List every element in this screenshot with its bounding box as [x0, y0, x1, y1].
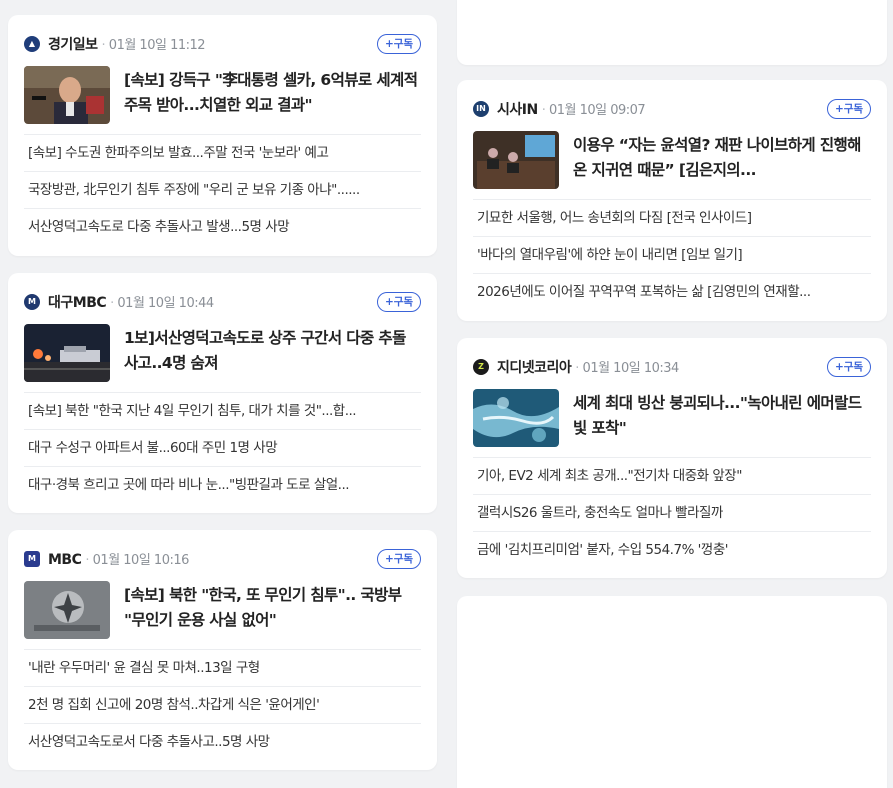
main-headline[interactable]: [속보] 북한 "한국, 또 무인기 침투".. 국방부 "무인기 운용 사실 … [124, 583, 421, 633]
subscribe-button[interactable]: +구독 [377, 292, 421, 312]
press-logo-icon[interactable]: ▲ [24, 36, 40, 52]
news-card-daegu-mbc: M 대구MBC01월 10일 10:44 +구독 1보]서산영덕고속도로 상주 … [8, 273, 437, 513]
card-header: ▲ 경기일보01월 10일 11:12 +구독 [24, 29, 421, 59]
press-logo-icon[interactable]: M [24, 551, 40, 567]
list-item[interactable]: 기아, EV2 세계 최초 공개..."전기차 대중화 앞장" [473, 457, 871, 494]
article-list: [속보] 수도권 한파주의보 발효...주말 전국 '눈보라' 예고 국장방관,… [24, 134, 421, 245]
article-thumbnail[interactable] [473, 131, 559, 189]
list-item[interactable]: 갤럭시S26 울트라, 충전속도 얼마나 빨라질까 [473, 494, 871, 531]
subscribe-button[interactable]: +구독 [827, 99, 871, 119]
article-thumbnail[interactable] [473, 389, 559, 447]
publish-time: 01월 10일 10:34 [575, 361, 679, 376]
main-article[interactable]: 이용우 “자는 윤석열? 재판 나이브하게 진행해온 지귀연 때문” [김은지의… [473, 131, 871, 189]
empty-card [457, 596, 887, 788]
list-item[interactable]: 국장방관, 北무인기 침투 주장에 "우리 군 보유 기종 아냐"...... [24, 171, 421, 208]
list-item[interactable]: '내란 우두머리' 윤 결심 못 마쳐..13일 구형 [24, 649, 421, 686]
list-item[interactable]: [속보] 북한 "한국 지난 4일 무인기 침투, 대가 치를 것"...합..… [24, 392, 421, 429]
article-thumbnail[interactable] [24, 66, 110, 124]
list-item[interactable]: 대구 수성구 아파트서 불...60대 주민 1명 사망 [24, 429, 421, 466]
publish-time: 01월 10일 10:44 [110, 296, 214, 311]
list-item[interactable]: 2천 명 집회 신고에 20명 참석..차갑게 식은 '윤어게인' [24, 686, 421, 723]
main-article[interactable]: 세계 최대 빙산 붕괴되나..."녹아내린 에머랄드 빛 포착" [473, 389, 871, 447]
main-headline[interactable]: 1보]서산영덕고속도로 상주 구간서 다중 추돌 사고..4명 숨져 [124, 326, 421, 376]
press-logo-icon[interactable]: Z [473, 359, 489, 375]
main-headline[interactable]: 세계 최대 빙산 붕괴되나..."녹아내린 에머랄드 빛 포착" [573, 391, 871, 441]
subscribe-button[interactable]: +구독 [377, 549, 421, 569]
article-list: 기아, EV2 세계 최초 공개..."전기차 대중화 앞장" 갤럭시S26 울… [473, 457, 871, 568]
card-header: Z 지디넷코리아01월 10일 10:34 +구독 [473, 352, 871, 382]
press-name[interactable]: 지디넷코리아01월 10일 10:34 [497, 357, 679, 377]
card-header: IN 시사IN01월 10일 09:07 +구독 [473, 94, 871, 124]
list-item[interactable]: 대구·경북 흐리고 곳에 따라 비나 눈..."빙판길과 도로 살얼... [24, 466, 421, 503]
article-thumbnail[interactable] [24, 324, 110, 382]
main-article[interactable]: 1보]서산영덕고속도로 상주 구간서 다중 추돌 사고..4명 숨져 [24, 324, 421, 382]
card-header: M 대구MBC01월 10일 10:44 +구독 [24, 287, 421, 317]
press-name[interactable]: MBC01월 10일 10:16 [48, 549, 189, 568]
news-card-mbc: M MBC01월 10일 10:16 +구독 [속보] 북한 "한국, 또 무인… [8, 530, 437, 770]
main-headline[interactable]: 이용우 “자는 윤석열? 재판 나이브하게 진행해온 지귀연 때문” [김은지의… [573, 133, 871, 183]
list-item[interactable]: 2026년에도 이어질 꾸역꾸역 포복하는 삶 [김영민의 연재할... [473, 273, 871, 310]
main-article[interactable]: [속보] 강득구 "李대통령 셀카, 6억뷰로 세계적 주목 받아...치열한 … [24, 66, 421, 124]
list-item[interactable]: 기묘한 서울행, 어느 송년회의 다짐 [전국 인사이드] [473, 199, 871, 236]
press-name[interactable]: 경기일보01월 10일 11:12 [48, 34, 206, 54]
main-headline[interactable]: [속보] 강득구 "李대통령 셀카, 6억뷰로 세계적 주목 받아...치열한 … [124, 68, 421, 118]
press-logo-icon[interactable]: IN [473, 101, 489, 117]
partial-card-top [457, 0, 887, 65]
article-list: '내란 우두머리' 윤 결심 못 마쳐..13일 구형 2천 명 집회 신고에 … [24, 649, 421, 760]
subscribe-button[interactable]: +구독 [377, 34, 421, 54]
news-card-kyeonggi: ▲ 경기일보01월 10일 11:12 +구독 [속보] 강득구 "李대통령 셀… [8, 15, 437, 256]
main-article[interactable]: [속보] 북한 "한국, 또 무인기 침투".. 국방부 "무인기 운용 사실 … [24, 581, 421, 639]
article-list: [속보] 북한 "한국 지난 4일 무인기 침투, 대가 치를 것"...합..… [24, 392, 421, 503]
news-card-sisain: IN 시사IN01월 10일 09:07 +구독 이용우 “자는 윤석열? 재판… [457, 80, 887, 321]
news-card-zdnet: Z 지디넷코리아01월 10일 10:34 +구독 세계 최대 빙산 붕괴되나.… [457, 338, 887, 578]
article-thumbnail[interactable] [24, 581, 110, 639]
list-item[interactable]: 금에 '김치프리미엄' 붙자, 수입 554.7% '껑충' [473, 531, 871, 568]
press-logo-icon[interactable]: M [24, 294, 40, 310]
publish-time: 01월 10일 10:16 [85, 553, 189, 568]
list-item[interactable]: 서산영덕고속도로서 다중 추돌사고..5명 사망 [24, 723, 421, 760]
article-list: 기묘한 서울행, 어느 송년회의 다짐 [전국 인사이드] '바다의 열대우림'… [473, 199, 871, 310]
subscribe-button[interactable]: +구독 [827, 357, 871, 377]
press-name[interactable]: 시사IN01월 10일 09:07 [497, 99, 646, 119]
press-name[interactable]: 대구MBC01월 10일 10:44 [48, 292, 214, 312]
list-item[interactable]: 서산영덕고속도로 다중 추돌사고 발생...5명 사망 [24, 208, 421, 245]
card-header: M MBC01월 10일 10:16 +구독 [24, 544, 421, 574]
list-item[interactable]: [속보] 수도권 한파주의보 발효...주말 전국 '눈보라' 예고 [24, 134, 421, 171]
publish-time: 01월 10일 11:12 [102, 38, 206, 53]
list-item[interactable]: '바다의 열대우림'에 하얀 눈이 내리면 [임보 일기] [473, 236, 871, 273]
publish-time: 01월 10일 09:07 [542, 103, 646, 118]
